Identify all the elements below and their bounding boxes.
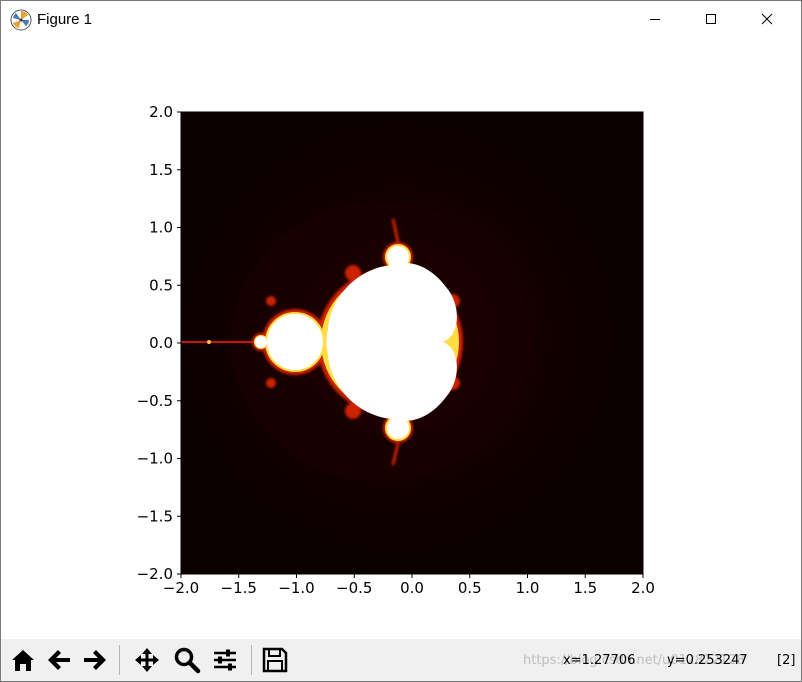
y-tick-label: 0.0 [149,334,173,352]
figure-canvas[interactable]: −2.0 −1.5 −1.0 −0.5 0.0 0.5 1.0 1.5 2.0 2.0 1.5 1.… [1,39,801,639]
maximize-icon [706,14,716,24]
x-tick-label: 1.0 [516,579,540,597]
x-tick-label: 2.0 [631,579,655,597]
x-tick-label: 0.5 [458,579,482,597]
x-tick-label: −0.5 [336,579,372,597]
minimize-button[interactable] [633,1,679,39]
y-tick-label: −1.0 [137,450,173,468]
minimize-icon [650,19,660,20]
back-button[interactable] [43,644,75,676]
save-button[interactable] [259,644,291,676]
toolbar-separator [251,645,252,675]
y-tick-label: 0.5 [149,276,173,294]
close-button[interactable] [745,1,791,39]
forward-arrow-icon [84,650,106,670]
sliders-icon [214,649,236,671]
plot-area[interactable]: −2.0 −1.5 −1.0 −0.5 0.0 0.5 1.0 1.5 2.0 2.0 1.5 1.… [1,39,801,639]
matplotlib-logo-icon [10,9,32,31]
y-tick-label: −1.5 [137,507,173,525]
y-tick-label: 1.5 [149,161,173,179]
subplots-button[interactable] [209,644,241,676]
pan-button[interactable] [131,644,163,676]
figure-window: Figure 1 −2.0 −1.5 −1.0 −0.5 0.0 0.5 1.0… [0,0,802,682]
move-icon [135,648,159,672]
close-icon [761,13,773,25]
floppy-icon [262,647,288,673]
coordinate-x-readout: x=1.27706 [563,653,636,668]
home-icon [12,650,34,671]
coordinate-y-readout: y=0.253247 [667,653,748,668]
zoom-button[interactable] [171,644,203,676]
y-tick-label: −0.5 [137,392,173,410]
maximize-button[interactable] [689,1,735,39]
magnifier-icon [174,647,201,674]
y-tick-label: −2.0 [137,565,173,583]
y-tick-label: 2.0 [149,103,173,121]
x-tick-label: −1.5 [221,579,257,597]
x-axis: −2.0 −1.5 −1.0 −0.5 0.0 0.5 1.0 1.5 2.0 [163,574,655,597]
toolbar-separator [119,645,120,675]
pixel-value-readout: [2] [777,653,796,668]
home-button[interactable] [7,644,39,676]
forward-button[interactable] [79,644,111,676]
x-tick-label: 1.5 [573,579,597,597]
window-title: Figure 1 [37,11,93,28]
y-axis: 2.0 1.5 1.0 0.5 0.0 −0.5 −1.0 −1.5 −2.0 [137,103,181,583]
y-tick-label: 1.0 [149,219,173,237]
x-tick-label: 0.0 [400,579,424,597]
navigation-toolbar: https://blog.csdn.net/u012822128 x=1.277… [1,639,801,681]
x-tick-label: −1.0 [278,579,314,597]
title-bar: Figure 1 [1,1,801,40]
back-arrow-icon [48,650,70,670]
